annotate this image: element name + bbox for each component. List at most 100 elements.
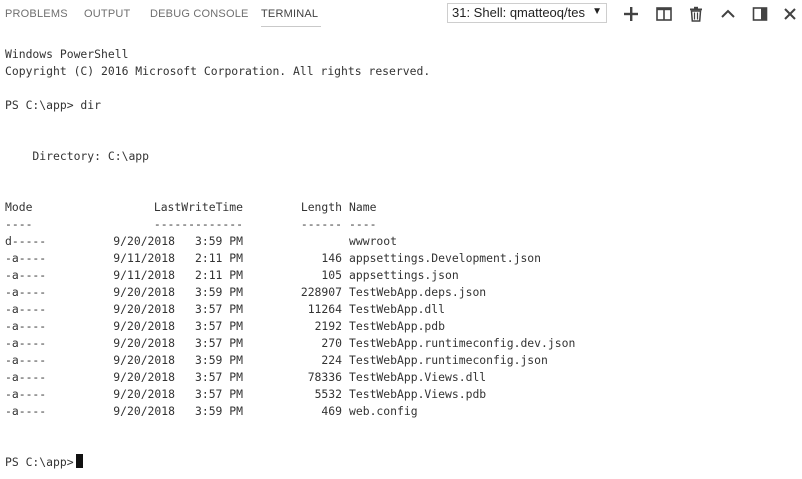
terminal-blank [5,114,802,131]
entry-time: 3:59 PM [194,234,243,248]
listing-row: d----- 9/20/2018 3:59 PM wwwroot [5,233,802,250]
entry-mode: -a---- [5,370,47,384]
terminal-blank [5,131,802,148]
terminal-blank [5,182,802,199]
entry-length: 224 [321,353,342,367]
terminal-line: Windows PowerShell [5,47,129,61]
entry-length: 5532 [314,387,342,401]
listing-row: -a---- 9/20/2018 3:59 PM 469 web.config [5,403,802,420]
split-terminal-button[interactable] [655,5,673,23]
listing-row: -a---- 9/20/2018 3:57 PM 270 TestWebApp.… [5,335,802,352]
entry-name: appsettings.json [349,268,459,282]
plus-icon [624,7,638,21]
entry-length: 270 [321,336,342,350]
entry-time: 3:57 PM [194,336,243,350]
tab-debug-console[interactable]: DEBUG CONSOLE [150,0,256,22]
listing-row: -a---- 9/20/2018 3:57 PM 2192 TestWebApp… [5,318,802,335]
entry-time: 3:57 PM [194,302,243,316]
entry-time: 2:11 PM [194,251,243,265]
directory-listing: d----- 9/20/2018 3:59 PM wwwroot -a---- … [5,233,802,420]
terminal-command: PS C:\app> dir [5,98,102,112]
entry-length: 2192 [314,319,342,333]
terminal-output[interactable]: Windows PowerShell Copyright (C) 2016 Mi… [5,46,802,471]
entry-date: 9/20/2018 [113,370,175,384]
terminal-shell-select[interactable]: 31: Shell: qmatteoq/tes ▼ [447,3,607,23]
entry-time: 2:11 PM [194,268,243,282]
entry-date: 9/20/2018 [113,302,175,316]
maximize-panel-button[interactable] [719,5,737,23]
terminal-blank [5,437,802,454]
kill-terminal-button[interactable] [687,5,705,23]
entry-name: wwwroot [349,234,398,248]
terminal-cursor [75,454,83,468]
entry-mode: -a---- [5,353,47,367]
entry-length: 228907 [300,285,342,299]
terminal-prompt: PS C:\app> [5,455,74,469]
entry-time: 3:57 PM [194,387,243,401]
terminal-blank [5,165,802,182]
entry-date: 9/20/2018 [113,319,175,333]
toggle-panel-position-button[interactable] [751,5,769,23]
entry-date: 9/20/2018 [113,387,175,401]
entry-time: 3:57 PM [194,370,243,384]
separator-name: ---- [349,217,377,231]
entry-mode: -a---- [5,336,47,350]
tab-terminal[interactable]: TERMINAL [261,0,321,27]
header-name: Name [349,200,377,214]
entry-time: 3:59 PM [194,285,243,299]
chevron-up-icon [721,9,735,18]
entry-length: 105 [321,268,342,282]
listing-row: -a---- 9/20/2018 3:57 PM 5532 TestWebApp… [5,386,802,403]
entry-mode: -a---- [5,285,47,299]
entry-mode: -a---- [5,302,47,316]
entry-time: 3:57 PM [194,319,243,333]
listing-row: -a---- 9/20/2018 3:59 PM 228907 TestWebA… [5,284,802,301]
listing-row: -a---- 9/20/2018 3:59 PM 224 TestWebApp.… [5,352,802,369]
entry-name: TestWebApp.dll [349,302,446,316]
panel-tabs: PROBLEMS OUTPUT DEBUG CONSOLE TERMINAL [0,0,321,30]
header-length: Length [300,200,342,214]
terminal-line: Copyright (C) 2016 Microsoft Corporation… [5,64,431,78]
entry-mode: d----- [5,234,47,248]
header-mode: Mode [5,200,33,214]
entry-name: TestWebApp.Views.dll [349,370,487,384]
entry-mode: -a---- [5,268,47,282]
entry-date: 9/11/2018 [113,268,175,282]
entry-mode: -a---- [5,251,47,265]
separator-length: ------ [300,217,342,231]
entry-length: 78336 [307,370,342,384]
entry-name: TestWebApp.Views.pdb [349,387,487,401]
entry-name: TestWebApp.runtimeconfig.dev.json [349,336,576,350]
trash-icon [690,6,702,22]
listing-header: Mode LastWriteTime Length Name [5,199,802,216]
listing-row: -a---- 9/20/2018 3:57 PM 11264 TestWebAp… [5,301,802,318]
separator-lastwritetime: ------------- [153,217,243,231]
entry-mode: -a---- [5,387,47,401]
entry-date: 9/11/2018 [113,251,175,265]
entry-name: TestWebApp.runtimeconfig.json [349,353,548,367]
terminal-prompt-line[interactable]: PS C:\app> [5,454,802,471]
listing-row: -a---- 9/11/2018 2:11 PM 146 appsettings… [5,250,802,267]
entry-name: TestWebApp.pdb [349,319,446,333]
split-icon [656,7,672,21]
entry-length: 11264 [307,302,342,316]
entry-date: 9/20/2018 [113,353,175,367]
close-panel-button[interactable] [781,5,799,23]
header-lastwritetime: LastWriteTime [153,200,243,214]
listing-separator: ---- ------------- ------ ---- [5,216,802,233]
entry-mode: -a---- [5,319,47,333]
panel-header: PROBLEMS OUTPUT DEBUG CONSOLE TERMINAL 3… [0,0,802,30]
entry-date: 9/20/2018 [113,234,175,248]
entry-name: appsettings.Development.json [349,251,542,265]
entry-length: 146 [321,251,342,265]
separator-mode: ---- [5,217,33,231]
tab-problems[interactable]: PROBLEMS [5,0,79,22]
entry-name: TestWebApp.deps.json [349,285,487,299]
new-terminal-button[interactable] [622,5,640,23]
terminal-blank [5,80,802,97]
listing-row: -a---- 9/11/2018 2:11 PM 105 appsettings… [5,267,802,284]
chevron-down-icon: ▼ [592,6,602,17]
panel-icon [752,7,768,21]
directory-heading: Directory: C:\app [5,149,150,163]
tab-output[interactable]: OUTPUT [84,0,145,22]
